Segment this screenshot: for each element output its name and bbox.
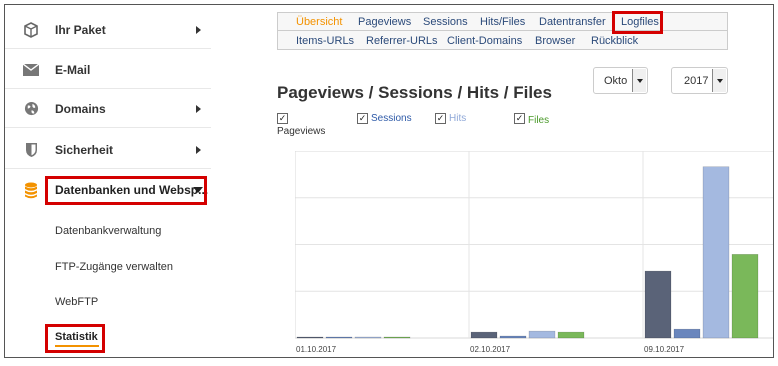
legend-label: Pageviews xyxy=(277,126,326,137)
chevron-down-icon[interactable] xyxy=(712,69,726,92)
chevron-down-icon[interactable] xyxy=(632,69,646,92)
bar-hits-09.10.2017 xyxy=(702,166,730,339)
tab-client-domains[interactable]: Client-Domains xyxy=(447,35,522,47)
chevron-right-icon xyxy=(196,104,201,113)
bar-sessions-02.10.2017 xyxy=(499,335,527,339)
tab-pageviews[interactable]: Pageviews xyxy=(358,16,411,28)
legend-label: Sessions xyxy=(371,113,412,124)
sidebar-item-domains[interactable]: Domains xyxy=(5,90,211,128)
mail-icon xyxy=(21,60,41,80)
package-icon xyxy=(21,20,41,40)
checkbox-checked-icon[interactable]: ✓ xyxy=(514,113,525,124)
bar-sessions-09.10.2017 xyxy=(673,328,701,339)
legend-pageviews[interactable]: ✓ Pageviews xyxy=(277,113,325,137)
sidebar-subitem-datenbankverwaltung[interactable]: Datenbankverwaltung xyxy=(55,225,161,237)
tab-referrer-urls[interactable]: Referrer-URLs xyxy=(366,35,438,47)
legend-files[interactable]: ✓ Files xyxy=(514,113,549,126)
highlight-box xyxy=(45,324,105,353)
globe-icon xyxy=(21,99,41,119)
month-select[interactable]: Okto xyxy=(593,67,648,94)
highlight-box xyxy=(45,176,207,205)
checkbox-checked-icon[interactable]: ✓ xyxy=(277,113,288,124)
x-tick-label: 09.10.2017 xyxy=(644,345,685,354)
tab-sessions[interactable]: Sessions xyxy=(423,16,468,28)
highlight-box xyxy=(612,11,663,34)
checkbox-checked-icon[interactable]: ✓ xyxy=(435,113,446,124)
sidebar-item-sicherheit[interactable]: Sicherheit xyxy=(5,131,211,169)
bar-pageviews-02.10.2017 xyxy=(470,331,498,339)
bar-hits-02.10.2017 xyxy=(528,330,556,339)
tab-rueckblick[interactable]: Rückblick xyxy=(591,35,638,47)
sidebar-item-label: Sicherheit xyxy=(55,142,114,157)
tab-items-urls[interactable]: Items-URLs xyxy=(296,35,354,47)
legend-hits[interactable]: ✓ Hits xyxy=(435,113,466,124)
chevron-right-icon xyxy=(196,25,201,34)
tab-datentransfer[interactable]: Datentransfer xyxy=(539,16,606,28)
checkbox-checked-icon[interactable]: ✓ xyxy=(357,113,368,124)
sidebar-item-label: E-Mail xyxy=(55,62,91,77)
x-tick-label: 02.10.2017 xyxy=(470,345,511,354)
shield-icon xyxy=(21,140,41,160)
database-icon xyxy=(21,180,41,200)
sidebar-item-ihr-paket[interactable]: Ihr Paket xyxy=(5,11,211,49)
year-select[interactable]: 2017 xyxy=(671,67,728,94)
tab-uebersicht[interactable]: Übersicht xyxy=(296,16,342,28)
bar-hits-01.10.2017 xyxy=(354,336,382,339)
bar-files-02.10.2017 xyxy=(557,331,585,339)
tab-hits-files[interactable]: Hits/Files xyxy=(480,16,525,28)
sidebar-item-label: Ihr Paket xyxy=(55,22,106,37)
sidebar-subitem-ftp-zugaenge[interactable]: FTP-Zugänge verwalten xyxy=(55,261,173,273)
app-frame: Ihr Paket E-Mail Domains Sicherheit Date… xyxy=(4,4,774,358)
bar-sessions-01.10.2017 xyxy=(325,336,353,339)
bar-files-09.10.2017 xyxy=(731,254,759,339)
chevron-right-icon xyxy=(196,145,201,154)
bar-pageviews-01.10.2017 xyxy=(296,336,324,339)
legend-label: Files xyxy=(528,115,550,126)
legend-label: Hits xyxy=(449,113,467,124)
year-select-value: 2017 xyxy=(684,75,709,87)
bar-pageviews-09.10.2017 xyxy=(644,270,672,339)
bar-files-01.10.2017 xyxy=(383,336,411,339)
x-tick-label: 01.10.2017 xyxy=(296,345,337,354)
page-title: Pageviews / Sessions / Hits / Files xyxy=(277,83,552,102)
month-select-value: Okto xyxy=(604,75,628,87)
legend-sessions[interactable]: ✓ Sessions xyxy=(357,113,412,124)
sidebar: Ihr Paket E-Mail Domains Sicherheit Date… xyxy=(5,5,211,357)
sidebar-item-label: Domains xyxy=(55,101,106,116)
sidebar-subitem-webftp[interactable]: WebFTP xyxy=(55,296,98,308)
tab-row-2: Items-URLs Referrer-URLs Client-Domains … xyxy=(278,32,727,50)
bar-chart xyxy=(295,151,773,339)
sidebar-item-email[interactable]: E-Mail xyxy=(5,51,211,89)
tab-browser[interactable]: Browser xyxy=(535,35,575,47)
